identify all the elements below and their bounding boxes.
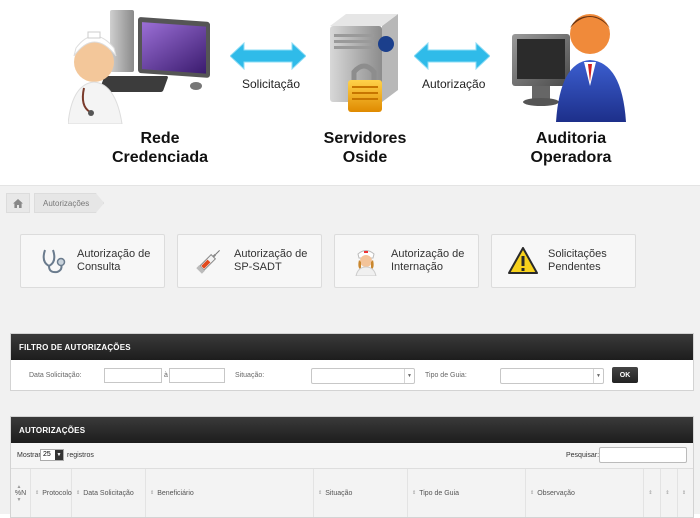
- chevron-down-icon: ▼: [404, 369, 414, 383]
- hero-diagram: Solicitação Autorização Rede Credenciada…: [0, 0, 700, 185]
- tile-label-line: Pendentes: [548, 261, 601, 273]
- tile-label-line: Autorização de: [77, 248, 151, 260]
- date-separator: à: [164, 372, 168, 379]
- tile-label-line: SP-SADT: [234, 261, 282, 273]
- tile-autorizacao-consulta[interactable]: Autorização de Consulta: [20, 234, 165, 288]
- tile-solicitacoes-pendentes[interactable]: Solicitações Pendentes: [491, 234, 636, 288]
- node-rede-credenciada: Rede Credenciada: [100, 129, 220, 167]
- shortcut-tiles: Autorização de Consulta Autorização de S…: [20, 234, 636, 288]
- sort-icon: ⇕: [35, 490, 40, 496]
- column-header-n[interactable]: ▲ %N ▼: [11, 469, 31, 517]
- app-area: Autorizações Autorização de Consulta Aut…: [0, 185, 700, 518]
- tile-label-line: Autorização de: [391, 248, 465, 260]
- filter-panel-title: FILTRO DE AUTORIZAÇÕES: [11, 334, 693, 360]
- date-from-input[interactable]: [104, 368, 162, 383]
- node-line: Servidores: [323, 130, 407, 147]
- tile-label: Autorização de Consulta: [77, 248, 150, 274]
- sort-icon: ⇕: [76, 490, 81, 496]
- authorizations-panel: AUTORIZAÇÕES Mostrar 25 ▼ registros Pesq…: [10, 416, 694, 518]
- column-header-beneficiario[interactable]: ⇕ Beneficiário: [146, 469, 314, 517]
- chevron-down-icon: ▼: [593, 369, 603, 383]
- date-to-input[interactable]: [169, 368, 225, 383]
- column-header-situacao[interactable]: ⇕ Situação: [314, 469, 408, 517]
- node-line: Rede: [140, 130, 180, 147]
- node-line: Auditoria: [535, 130, 607, 147]
- status-select[interactable]: ▼: [311, 368, 415, 384]
- doctor-computer-icon: [68, 10, 210, 124]
- status-label: Situação:: [235, 372, 265, 379]
- tile-autorizacao-sp-sadt[interactable]: Autorização de SP-SADT: [177, 234, 322, 288]
- column-header-protocolo[interactable]: ⇕ Protocolo: [31, 469, 72, 517]
- tile-label-line: Internação: [391, 261, 443, 273]
- date-label: Data Solicitação:: [29, 372, 82, 379]
- list-toolbar: Mostrar 25 ▼ registros Pesquisar:: [11, 443, 693, 469]
- stethoscope-icon: [35, 244, 69, 278]
- tile-label-line: Solicitações: [548, 248, 607, 260]
- column-header-action-3[interactable]: ⇕: [678, 469, 693, 517]
- double-arrow-icon: [414, 42, 490, 70]
- tile-autorizacao-internacao[interactable]: Autorização de Internação: [334, 234, 479, 288]
- node-auditoria-operadora: Auditoria Operadora: [511, 129, 631, 167]
- filter-ok-button[interactable]: OK: [612, 367, 638, 383]
- nurse-icon: [349, 244, 383, 278]
- show-prefix: Mostrar: [17, 452, 41, 459]
- arrow-label-solicitacao: Solicitação: [242, 77, 301, 91]
- column-header-label: Protocolo: [42, 489, 72, 497]
- node-line: Oside: [342, 149, 388, 166]
- show-suffix: registros: [67, 452, 94, 459]
- server-lock-icon: [330, 14, 398, 112]
- tile-label-line: Consulta: [77, 261, 121, 273]
- sort-icon: ⇕: [648, 490, 653, 496]
- column-header-label: %N: [14, 489, 27, 497]
- node-line: Credenciada: [111, 149, 209, 166]
- column-header-label: Tipo de Guia: [419, 489, 460, 497]
- type-label: Tipo de Guia:: [425, 372, 467, 379]
- breadcrumb-current[interactable]: Autorizações: [34, 193, 105, 213]
- table-header: ▲ %N ▼ ⇕ Protocolo ⇕ Data Solicitação ⇕ Ben…: [11, 469, 693, 517]
- sort-icon: ⇕: [412, 490, 417, 496]
- column-header-label: Situação: [325, 489, 353, 497]
- column-header-data-solicitacao[interactable]: ⇕ Data Solicitação: [72, 469, 146, 517]
- page-size-value: 25: [43, 451, 51, 458]
- filter-panel: FILTRO DE AUTORIZAÇÕES Data Solicitação:…: [10, 333, 694, 391]
- auditor-computer-icon: [512, 14, 626, 122]
- authorizations-panel-title: AUTORIZAÇÕES: [11, 417, 693, 443]
- tile-label-line: Autorização de: [234, 248, 308, 260]
- column-header-observacao[interactable]: ⇕ Observação: [526, 469, 644, 517]
- column-header-label: Beneficiário: [157, 489, 194, 497]
- double-arrow-icon: [230, 42, 306, 70]
- search-label: Pesquisar:: [566, 452, 600, 459]
- sort-icon: ⇕: [681, 490, 687, 496]
- arrow-label-autorizacao: Autorização: [422, 77, 486, 91]
- column-header-label: Observação: [537, 489, 575, 497]
- search-input[interactable]: [599, 447, 687, 463]
- sort-icon: ⇕: [318, 490, 323, 496]
- sort-icon: ⇕: [665, 490, 670, 496]
- warning-icon: [506, 244, 540, 278]
- tile-label: Autorização de Internação: [391, 248, 464, 274]
- column-header-action-2[interactable]: ⇕: [661, 469, 678, 517]
- column-header-tipo-guia[interactable]: ⇕ Tipo de Guia: [408, 469, 526, 517]
- sort-icon: ⇕: [150, 490, 155, 496]
- breadcrumb-home[interactable]: [6, 193, 30, 213]
- column-header-label: Data Solicitação: [83, 489, 134, 497]
- node-servidores-oside: Servidores Oside: [305, 129, 425, 167]
- filter-row: Data Solicitação: à Situação: ▼ Tipo de …: [11, 360, 693, 390]
- syringe-icon: [192, 244, 226, 278]
- sort-icon: ⇕: [530, 490, 535, 496]
- page-size-select[interactable]: 25 ▼: [40, 449, 64, 461]
- chevron-down-icon: ▼: [55, 450, 63, 460]
- node-line: Operadora: [530, 149, 612, 166]
- type-select[interactable]: ▼: [500, 368, 604, 384]
- home-icon: [13, 198, 23, 208]
- tile-label: Solicitações Pendentes: [548, 248, 607, 274]
- sort-icon: ▼: [16, 496, 22, 503]
- breadcrumb: Autorizações: [6, 192, 105, 214]
- tile-label: Autorização de SP-SADT: [234, 248, 307, 274]
- column-header-action-1[interactable]: ⇕: [644, 469, 661, 517]
